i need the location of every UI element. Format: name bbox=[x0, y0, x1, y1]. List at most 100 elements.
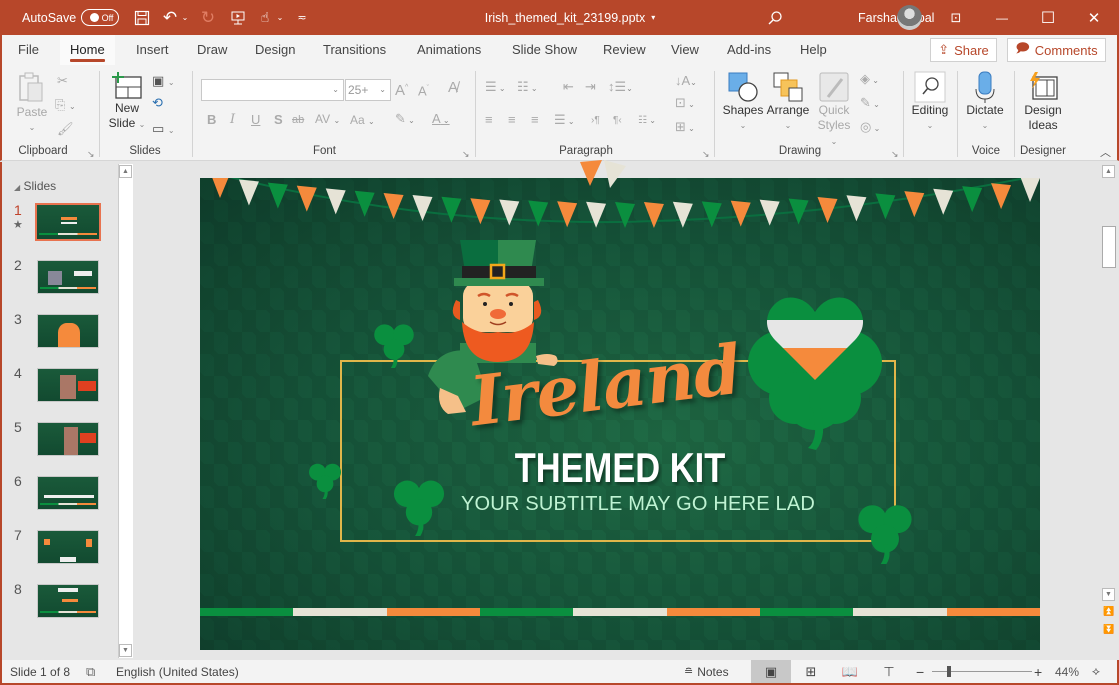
customize-qat-icon[interactable]: ≂ bbox=[294, 0, 310, 35]
slide-thumbnail-5[interactable]: 5 bbox=[2, 419, 118, 473]
tab-file[interactable]: File bbox=[8, 35, 49, 65]
bullets-icon[interactable]: ☰ ⌄ bbox=[485, 79, 506, 97]
change-case-button[interactable]: Aa ⌄ bbox=[350, 112, 375, 130]
slideshow-button[interactable]: ⊤ bbox=[869, 660, 909, 683]
avatar[interactable] bbox=[897, 5, 922, 30]
justify-icon[interactable]: ☰ ⌄ bbox=[554, 112, 575, 130]
align-left-icon[interactable]: ≡ bbox=[485, 112, 493, 128]
slide-thumbnail-1[interactable]: 1 ★ bbox=[2, 202, 118, 256]
underline-button[interactable]: U bbox=[251, 112, 260, 128]
font-color-icon[interactable]: A ⌄ bbox=[432, 111, 450, 129]
tab-slide-show[interactable]: Slide Show bbox=[502, 35, 587, 65]
collapse-ribbon-icon[interactable]: ︿ bbox=[1100, 145, 1111, 161]
copy-icon[interactable]: ⎘ ⌄ bbox=[55, 97, 76, 115]
slide-thumbnail-8[interactable]: 8 bbox=[2, 581, 118, 635]
paragraph-launcher-icon[interactable]: ↘ bbox=[702, 149, 710, 160]
editor-scroll-down-icon[interactable]: ▼ bbox=[1102, 588, 1115, 601]
tab-transitions[interactable]: Transitions bbox=[313, 35, 396, 65]
share-button[interactable]: ⇪ Share bbox=[930, 38, 997, 62]
redo-icon[interactable]: ↻ bbox=[198, 0, 218, 35]
highlight-color-icon[interactable]: ✎ ⌄ bbox=[395, 111, 415, 129]
tab-view[interactable]: View bbox=[661, 35, 709, 65]
slide-subtitle[interactable]: YOUR SUBTITLE MAY GO HERE LAD bbox=[200, 493, 1040, 516]
slide-thumbnail-2[interactable]: 2 bbox=[2, 257, 118, 311]
slide-canvas[interactable]: Ireland THEMED KIT YOUR SUBTITLE MAY GO … bbox=[200, 178, 1040, 650]
clear-formatting-icon[interactable]: A̸ bbox=[448, 80, 458, 96]
decrease-font-size-icon[interactable]: Aˇ bbox=[418, 81, 429, 99]
previous-slide-icon[interactable]: ⏫ bbox=[1103, 606, 1114, 617]
scroll-down-icon[interactable]: ▼ bbox=[119, 644, 132, 657]
save-icon[interactable] bbox=[132, 0, 152, 35]
undo-dropdown-icon[interactable]: ⌄ bbox=[180, 0, 190, 35]
document-title[interactable]: Irish_themed_kit_23199.pptx ▾ bbox=[470, 0, 670, 35]
slide-title-bold[interactable]: THEMED KIT bbox=[276, 444, 965, 492]
paste-button[interactable]: Paste ⌄ bbox=[15, 71, 49, 135]
tab-insert[interactable]: Insert bbox=[126, 35, 179, 65]
tab-home[interactable]: Home bbox=[60, 35, 115, 65]
tab-draw[interactable]: Draw bbox=[187, 35, 237, 65]
start-presentation-icon[interactable] bbox=[228, 0, 248, 35]
tab-help[interactable]: Help bbox=[790, 35, 837, 65]
italic-button[interactable]: I bbox=[230, 112, 235, 128]
slide-thumbnail-7[interactable]: 7 bbox=[2, 527, 118, 581]
new-slide-button[interactable]: New Slide ⌄ bbox=[108, 71, 146, 132]
maximize-button[interactable]: ☐ bbox=[1025, 0, 1071, 35]
tab-animations[interactable]: Animations bbox=[407, 35, 491, 65]
touch-mode-icon[interactable]: ☝ bbox=[255, 0, 275, 35]
zoom-slider-thumb[interactable] bbox=[947, 666, 951, 677]
tab-add-ins[interactable]: Add-ins bbox=[717, 35, 781, 65]
editor-scroll-thumb[interactable] bbox=[1102, 226, 1116, 268]
line-spacing-icon[interactable]: ↕☰⌄ bbox=[608, 79, 633, 97]
bold-button[interactable]: B bbox=[207, 112, 216, 128]
section-icon[interactable]: ▭ ⌄ bbox=[152, 121, 175, 139]
decrease-indent-icon[interactable]: ⇤ bbox=[563, 79, 574, 95]
reset-slide-icon[interactable]: ⟲ bbox=[152, 95, 163, 111]
shape-fill-icon[interactable]: ◈ ⌄ bbox=[860, 71, 879, 89]
touch-dropdown-icon[interactable]: ⌄ bbox=[275, 0, 285, 35]
format-painter-icon[interactable]: 🖌 bbox=[57, 121, 74, 137]
slide-thumbnail-3[interactable]: 3 bbox=[2, 311, 118, 365]
slide-thumbnail-6[interactable]: 6 bbox=[2, 473, 118, 527]
shape-effects-icon[interactable]: ◎ ⌄ bbox=[860, 119, 880, 137]
accessibility-icon[interactable]: ⧉ bbox=[86, 660, 95, 683]
close-button[interactable]: ✕ bbox=[1071, 0, 1117, 35]
language-status[interactable]: English (United States) bbox=[116, 660, 239, 683]
editor-scroll-up-icon[interactable]: ▲ bbox=[1102, 165, 1115, 178]
zoom-out-button[interactable]: − bbox=[916, 660, 924, 683]
font-size-input[interactable]: 25+ ⌄ bbox=[345, 79, 391, 101]
columns-icon[interactable]: ☷ ⌄ bbox=[638, 113, 656, 129]
arrange-button[interactable]: Arrange ⌄ bbox=[765, 71, 811, 133]
shapes-button[interactable]: Shapes ⌄ bbox=[721, 71, 765, 133]
ribbon-display-options-icon[interactable]: ⊡ bbox=[933, 0, 979, 35]
notes-button[interactable]: ≘ Notes bbox=[684, 660, 729, 683]
editing-button[interactable]: Editing ⌄ bbox=[908, 71, 952, 133]
slide-sorter-button[interactable]: ⊞ bbox=[791, 660, 831, 683]
reading-view-button[interactable]: 📖 bbox=[830, 660, 870, 683]
strikethrough-button[interactable]: ab bbox=[292, 112, 304, 128]
rtl-icon[interactable]: ¶‹ bbox=[613, 113, 622, 129]
character-spacing-button[interactable]: AV ⌄ bbox=[315, 111, 340, 129]
dictate-button[interactable]: Dictate ⌄ bbox=[963, 71, 1007, 133]
layout-icon[interactable]: ▣ ⌄ bbox=[152, 73, 175, 91]
fit-to-window-icon[interactable]: ⟡ bbox=[1092, 660, 1100, 683]
comments-button[interactable]: 🗩 Comments bbox=[1007, 38, 1106, 62]
autosave-toggle[interactable]: Off bbox=[81, 9, 119, 26]
slide-thumbnail-4[interactable]: 4 bbox=[2, 365, 118, 419]
smartart-icon[interactable]: ⊞ ⌄ bbox=[675, 119, 695, 137]
cut-icon[interactable]: ✂ bbox=[57, 73, 68, 89]
minimize-button[interactable]: — bbox=[979, 0, 1025, 35]
clipboard-launcher-icon[interactable]: ↘ bbox=[87, 149, 95, 160]
drawing-launcher-icon[interactable]: ↘ bbox=[891, 149, 899, 160]
quick-styles-button[interactable]: Quick Styles ⌄ bbox=[813, 71, 855, 149]
increase-indent-icon[interactable]: ⇥ bbox=[585, 79, 596, 95]
undo-icon[interactable]: ↶ bbox=[160, 0, 180, 35]
text-shadow-button[interactable]: S bbox=[274, 112, 283, 128]
align-text-icon[interactable]: ⊡ ⌄ bbox=[675, 95, 695, 113]
font-launcher-icon[interactable]: ↘ bbox=[462, 149, 470, 160]
scroll-up-icon[interactable]: ▲ bbox=[119, 165, 132, 178]
design-ideas-button[interactable]: Design Ideas bbox=[1020, 71, 1066, 133]
search-icon[interactable] bbox=[764, 0, 786, 35]
shape-outline-icon[interactable]: ✎ ⌄ bbox=[860, 95, 880, 113]
increase-font-size-icon[interactable]: A^ bbox=[395, 80, 408, 99]
slides-pane-header[interactable]: ◢ Slides bbox=[14, 179, 56, 193]
